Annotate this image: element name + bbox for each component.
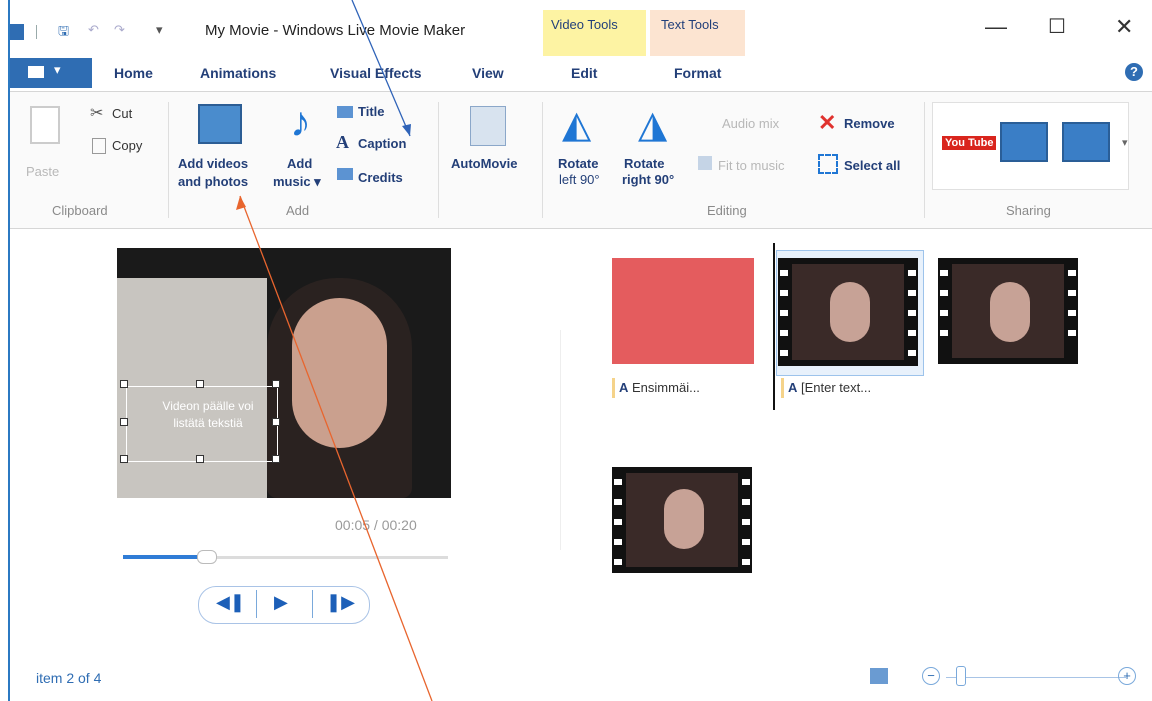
annotation-arrow-orange [239,195,433,701]
annotation-arrow-blue [351,0,411,137]
arrow-head-blue [402,124,411,136]
annotation-arrows [236,0,433,701]
